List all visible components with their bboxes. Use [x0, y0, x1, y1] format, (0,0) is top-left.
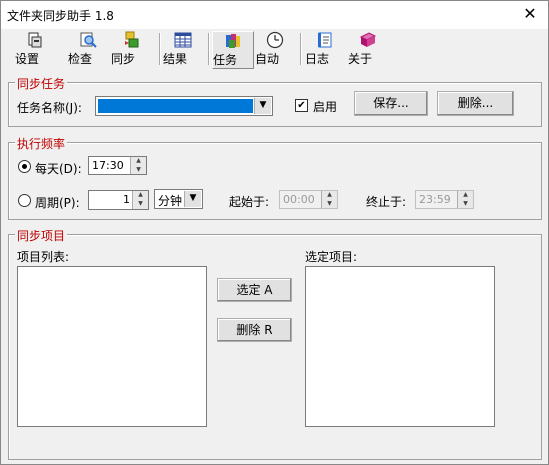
toolbar-log-button[interactable]: 日志	[305, 31, 345, 67]
save-button[interactable]: 保存...	[354, 91, 428, 116]
log-icon	[318, 32, 332, 48]
enable-label: 启用	[313, 100, 338, 114]
radio-dot	[22, 164, 27, 169]
toolbar-separator	[208, 33, 210, 65]
period-radio[interactable]	[18, 194, 31, 207]
daily-time-spinner[interactable]: 17:30 ▲ ▼	[88, 156, 147, 175]
item-list-label: 项目列表:	[17, 250, 70, 264]
toolbar-results-button[interactable]: 结果	[163, 31, 203, 67]
sync-items-group: 同步项目 项目列表: 选定 A 删除 R 选定项目:	[8, 227, 542, 460]
task-icon	[226, 34, 240, 48]
toolbar-separator	[300, 33, 302, 65]
toolbar-task-button[interactable]: 任务	[212, 31, 254, 69]
period-label: 周期(P):	[35, 196, 80, 210]
inspect-icon	[80, 32, 97, 48]
period-unit-dropdown[interactable]: 分钟 ▼	[154, 189, 203, 209]
toolbar-label: 任务	[213, 53, 238, 67]
table-icon	[174, 32, 192, 48]
toolbar-label: 自动	[255, 52, 280, 66]
spinner-arrows[interactable]: ▲ ▼	[132, 191, 148, 209]
sync-task-group: 同步任务 任务名称(J): ▼ ✔ 启用 保存... 删除...	[8, 75, 542, 127]
chevron-down-icon[interactable]: ▼	[184, 191, 201, 207]
toolbar-label: 关于	[348, 52, 373, 66]
end-time-value: 23:59	[419, 193, 451, 206]
toolbar-label: 检查	[68, 52, 93, 66]
sync-items-title: 同步项目	[15, 227, 68, 244]
frequency-group: 执行频率 每天(D): 17:30 ▲ ▼ 周期(P): 1 ▲ ▼ 分钟 ▼ 起始…	[8, 135, 542, 220]
period-value: 1	[123, 193, 130, 206]
start-time-spinner[interactable]: 00:00 ▲ ▼	[279, 190, 338, 209]
end-label: 终止于:	[366, 195, 407, 209]
period-value-spinner[interactable]: 1 ▲ ▼	[88, 190, 149, 210]
daily-radio[interactable]	[18, 160, 31, 173]
selected-items-box[interactable]	[305, 266, 495, 427]
chevron-down-icon[interactable]: ▼	[254, 98, 271, 114]
toolbar: 设置 检查 同步 结果 任务 自动 日志 关于	[1, 29, 548, 69]
frequency-title: 执行频率	[15, 135, 68, 152]
title-bar: 文件夹同步助手 1.8 ✕	[1, 1, 548, 29]
toolbar-separator	[159, 33, 161, 65]
spinner-arrows[interactable]: ▲ ▼	[130, 157, 146, 174]
start-label: 起始于:	[229, 195, 270, 209]
daily-time-value: 17:30	[92, 159, 124, 172]
task-name-label: 任务名称(J):	[17, 101, 82, 115]
spinner-arrows[interactable]: ▲ ▼	[321, 191, 337, 208]
enable-checkbox[interactable]: ✔	[295, 99, 308, 112]
spinner-arrows[interactable]: ▲ ▼	[457, 191, 473, 208]
book-icon	[359, 32, 377, 47]
delete-task-button[interactable]: 删除...	[437, 91, 514, 116]
toolbar-inspect-button[interactable]: 检查	[68, 31, 108, 67]
remove-item-button[interactable]: 删除 R	[217, 318, 292, 342]
main-window: 文件夹同步助手 1.8 ✕ 设置 检查 同步 结果 任务 自动 日志 关于 同步…	[0, 0, 549, 465]
toolbar-label: 同步	[111, 52, 136, 66]
selected-items-label: 选定项目:	[305, 250, 358, 264]
toolbar-label: 设置	[15, 52, 40, 66]
start-time-value: 00:00	[283, 193, 315, 206]
toolbar-sync-button[interactable]: 同步	[111, 31, 151, 67]
toolbar-label: 日志	[305, 52, 330, 66]
window-title: 文件夹同步助手 1.8	[7, 9, 114, 23]
toolbar-about-button[interactable]: 关于	[348, 31, 388, 67]
item-list-box[interactable]	[17, 266, 207, 427]
sync-icon	[125, 31, 139, 48]
toolbar-settings-button[interactable]: 设置	[15, 31, 55, 67]
toolbar-label: 结果	[163, 52, 188, 66]
task-name-selection	[98, 99, 253, 113]
clock-icon	[266, 31, 284, 49]
select-item-button[interactable]: 选定 A	[217, 278, 292, 302]
settings-icon	[28, 32, 42, 48]
close-icon[interactable]: ✕	[518, 3, 542, 25]
daily-label: 每天(D):	[35, 162, 82, 176]
period-unit-value: 分钟	[158, 194, 183, 208]
end-time-spinner[interactable]: 23:59 ▲ ▼	[415, 190, 474, 209]
task-name-combobox[interactable]: ▼	[95, 96, 273, 116]
sync-task-title: 同步任务	[15, 75, 68, 92]
toolbar-auto-button[interactable]: 自动	[255, 31, 295, 67]
